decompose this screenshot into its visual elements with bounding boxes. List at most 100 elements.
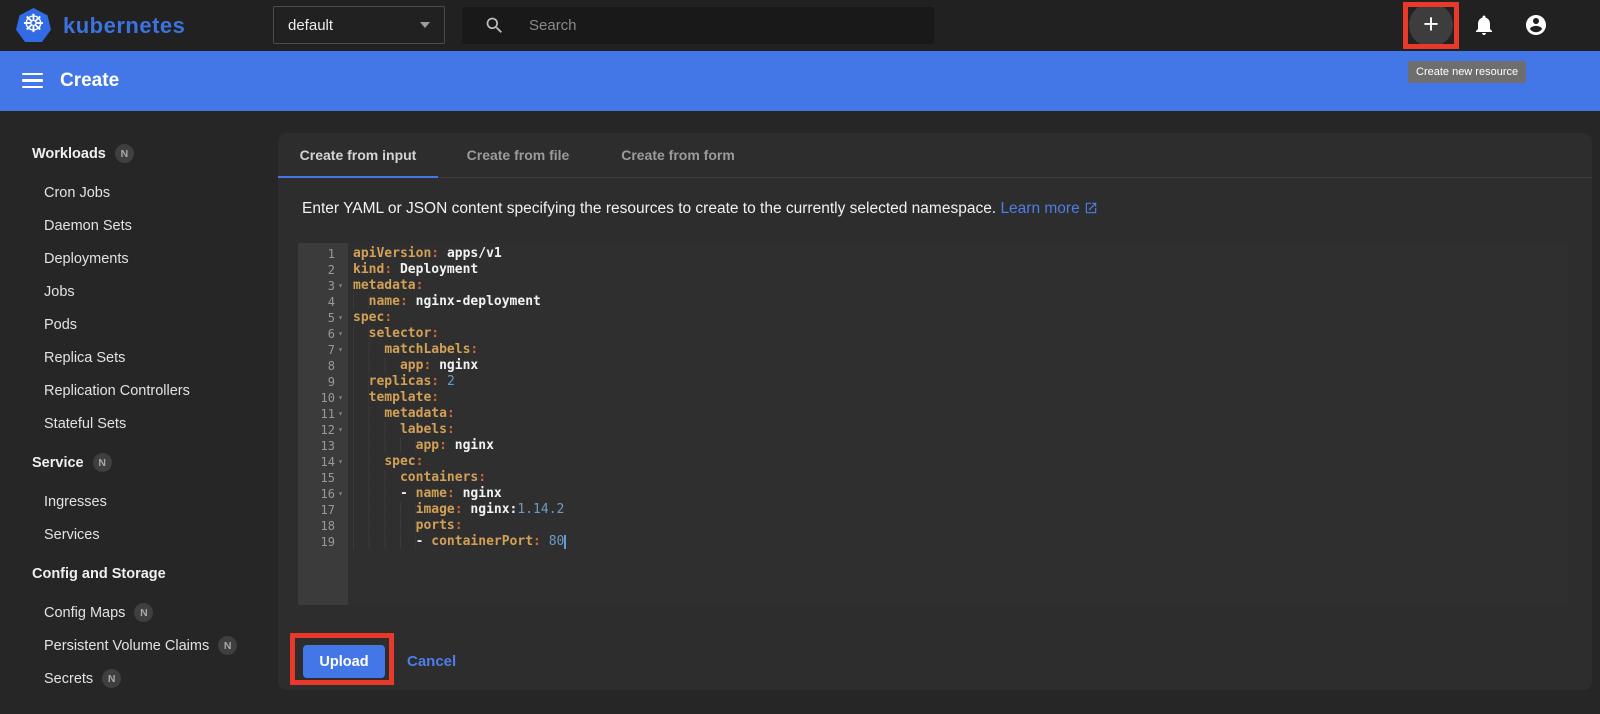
- yaml-token-p: :: [415, 454, 424, 469]
- gutter-line-11: 11 ▾: [298, 406, 348, 422]
- yaml-token-p: :: [431, 326, 440, 341]
- sidebar-item-jobs[interactable]: Jobs: [0, 275, 277, 308]
- create-new-resource-button[interactable]: +: [1409, 3, 1453, 47]
- fold-caret-icon[interactable]: ▾: [335, 390, 346, 406]
- upload-button[interactable]: Upload: [303, 645, 385, 678]
- search-icon: [486, 17, 502, 33]
- yaml-token-n: 80: [548, 534, 565, 549]
- line-number: 2: [327, 263, 335, 277]
- sidebar-nav: Workloads N Cron Jobs Daemon Sets Deployment…: [0, 111, 277, 714]
- fold-caret-icon[interactable]: ▾: [335, 486, 346, 502]
- sidebar-item-persistent-volume-claims[interactable]: Persistent Volume Claims N: [0, 629, 277, 662]
- code-line-6: selector:: [353, 326, 1568, 342]
- yaml-token-p: :: [470, 342, 479, 357]
- line-number: 5: [327, 311, 335, 325]
- fold-caret-icon[interactable]: ▾: [335, 342, 346, 358]
- sidebar-item-daemon-sets[interactable]: Daemon Sets: [0, 209, 277, 242]
- search-input[interactable]: [529, 17, 889, 34]
- fold-caret-icon[interactable]: ▾: [335, 422, 346, 438]
- yaml-token-v: nginx: [454, 438, 494, 453]
- yaml-token-k: replicas: [368, 374, 432, 389]
- sidebar-item-config-maps[interactable]: Config Maps N: [0, 596, 277, 629]
- tab-create-from-form[interactable]: Create from form: [598, 133, 758, 177]
- sidebar-item-ingresses[interactable]: Ingresses: [0, 485, 277, 518]
- tab-create-from-input[interactable]: Create from input: [278, 133, 438, 178]
- fold-caret-icon[interactable]: ▾: [335, 310, 346, 326]
- line-number: 14: [320, 455, 335, 469]
- yaml-token-k: containers: [399, 470, 479, 485]
- yaml-token-k: metadata: [384, 406, 447, 421]
- fold-caret-icon[interactable]: ▾: [335, 454, 346, 470]
- yaml-token-p: :: [446, 486, 463, 501]
- yaml-token-p: :: [454, 502, 471, 517]
- text-cursor: [564, 535, 567, 549]
- cancel-button[interactable]: Cancel: [407, 653, 456, 670]
- sidebar-header-label: Service: [32, 454, 84, 471]
- gutter-line-8: 8: [298, 358, 348, 374]
- yaml-token-ws: [353, 502, 416, 517]
- open-in-new-icon: [1085, 202, 1096, 214]
- yaml-token-p: :: [478, 470, 487, 485]
- sidebar-item-replication-controllers[interactable]: Replication Controllers: [0, 374, 277, 407]
- namespaced-badge: N: [114, 144, 134, 163]
- learn-more-link[interactable]: Learn more: [1000, 200, 1097, 217]
- code-line-18: ports:: [353, 518, 1568, 534]
- yaml-token-k: metadata: [353, 278, 416, 293]
- sidebar-item-services[interactable]: Services: [0, 518, 277, 551]
- sidebar-header-config-and-storage[interactable]: Config and Storage: [0, 557, 277, 590]
- kubernetes-logo-icon: ☸: [16, 8, 51, 42]
- gutter-line-3: 3 ▾: [298, 278, 348, 294]
- sidebar-item-label: Jobs: [44, 283, 75, 300]
- account-circle-icon[interactable]: [1524, 13, 1548, 37]
- namespace-selector[interactable]: default: [273, 6, 445, 44]
- yaml-token-p: :: [431, 374, 447, 389]
- sidebar-item-replica-sets[interactable]: Replica Sets: [0, 341, 277, 374]
- sidebar-item-secrets[interactable]: Secrets N: [0, 662, 277, 695]
- sidebar-item-deployments[interactable]: Deployments: [0, 242, 277, 275]
- yaml-token-k: name: [368, 294, 400, 309]
- line-number: 8: [327, 359, 335, 373]
- yaml-token-k: containerPort: [431, 534, 534, 549]
- code-line-19: - containerPort: 80: [353, 534, 1568, 550]
- gutter-line-12: 12 ▾: [298, 422, 348, 438]
- line-number: 3: [327, 279, 335, 293]
- yaml-token-k: image: [415, 502, 455, 517]
- editor-code-area[interactable]: apiVersion: apps/v1 kind: Deployment metad…: [348, 243, 1568, 605]
- kubernetes-brand[interactable]: ☸ kubernetes: [16, 8, 185, 43]
- yaml-token-ws: [353, 390, 369, 405]
- yaml-token-ws: [353, 406, 385, 421]
- yaml-token-k: name: [415, 486, 447, 501]
- fold-caret-icon[interactable]: ▾: [335, 278, 346, 294]
- gutter-line-4: 4: [298, 294, 348, 310]
- notifications-bell-icon[interactable]: [1472, 13, 1496, 37]
- line-number: 10: [320, 391, 335, 405]
- search-bar[interactable]: [462, 7, 934, 44]
- yaml-token-p: :: [399, 294, 416, 309]
- gutter-line-17: 17: [298, 502, 348, 518]
- code-line-11: metadata:: [353, 406, 1568, 422]
- gutter-line-9: 9: [298, 374, 348, 390]
- sidebar-header-label: Workloads: [32, 145, 106, 162]
- brand-title: kubernetes: [63, 12, 186, 38]
- sidebar-item-cron-jobs[interactable]: Cron Jobs: [0, 176, 277, 209]
- yaml-code-editor[interactable]: 1 2 3 ▾ 4 5 ▾ 6 ▾ 7 ▾ 8 9 10 ▾ 11 ▾ 12 ▾ 13 14 ▾ 15 16 ▾ 17 18 19 a…: [298, 243, 1568, 605]
- yaml-token-k: app: [399, 358, 424, 373]
- yaml-token-p: :: [415, 278, 424, 293]
- description-body: Enter YAML or JSON content specifying th…: [302, 200, 997, 217]
- yaml-token-v: nginx: [439, 358, 479, 373]
- yaml-token-ws: [353, 454, 385, 469]
- yaml-token-p: :: [384, 262, 400, 277]
- sidebar-item-stateful-sets[interactable]: Stateful Sets: [0, 407, 277, 440]
- sidebar-item-pods[interactable]: Pods: [0, 308, 277, 341]
- gutter-line-16: 16 ▾: [298, 486, 348, 502]
- hamburger-menu-icon[interactable]: [22, 70, 43, 91]
- yaml-token-v: apps/v1: [446, 246, 502, 261]
- sidebar-header-workloads[interactable]: Workloads N: [0, 137, 277, 170]
- yaml-token-n: 2: [446, 374, 455, 389]
- fold-caret-icon[interactable]: ▾: [335, 326, 346, 342]
- tab-create-from-file[interactable]: Create from file: [438, 133, 598, 177]
- sidebar-item-label: Persistent Volume Claims: [44, 637, 210, 654]
- fold-caret-icon[interactable]: ▾: [335, 406, 346, 422]
- yaml-token-ws: [353, 422, 400, 437]
- sidebar-header-service[interactable]: Service N: [0, 446, 277, 479]
